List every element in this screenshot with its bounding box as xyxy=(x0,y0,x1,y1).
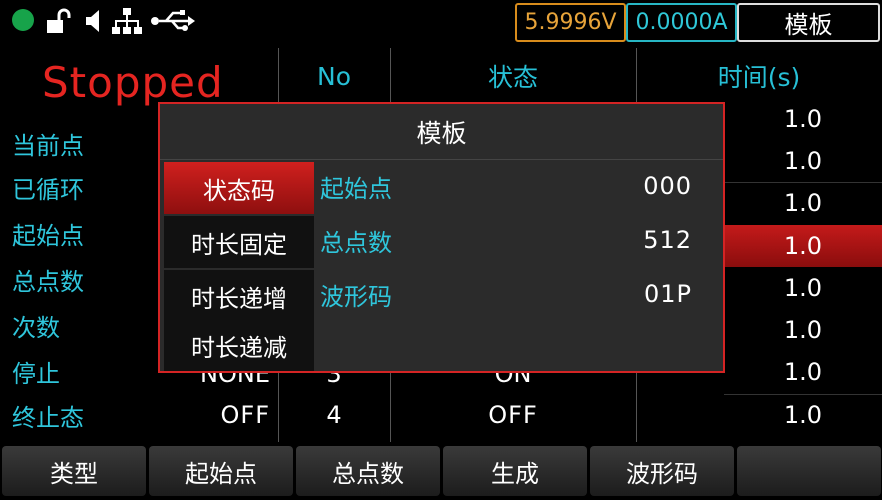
label-total-points: 总点数 xyxy=(12,267,84,296)
voltage-readout: 5.9996V xyxy=(515,3,626,42)
label-looped: 已循环 xyxy=(12,175,84,204)
time-cell: 1.0 xyxy=(783,316,823,344)
network-icon xyxy=(110,6,144,43)
field-label-start-point: 起始点 xyxy=(320,174,392,203)
time-cell: 1.0 xyxy=(783,401,823,429)
column-header-state: 状态 xyxy=(487,63,538,92)
template-mode-button[interactable]: 模板 xyxy=(737,3,880,42)
run-state-text: Stopped xyxy=(42,58,224,107)
run-indicator-led xyxy=(12,9,34,31)
row-divider xyxy=(724,394,882,395)
label-start-point: 起始点 xyxy=(12,221,84,250)
label-end-state: 终止态 xyxy=(12,403,84,432)
unlock-icon xyxy=(44,6,74,43)
field-label-waveform-code: 波形码 xyxy=(320,282,392,311)
row-divider xyxy=(724,182,882,183)
softkey-total-points[interactable]: 总点数 xyxy=(296,446,440,496)
field-value-start-point[interactable]: 000 xyxy=(580,160,692,212)
label-current-point: 当前点 xyxy=(12,131,84,160)
time-cell: 1.0 xyxy=(783,189,823,217)
tab-fixed-duration[interactable]: 时长固定 xyxy=(164,216,314,268)
current-readout: 0.0000A xyxy=(626,3,737,42)
row-state: OFF xyxy=(488,401,538,429)
column-header-no: No xyxy=(317,61,351,91)
time-cell-selected[interactable]: 1.0 xyxy=(724,225,882,267)
row-no: 4 xyxy=(326,401,342,429)
label-count: 次数 xyxy=(12,313,60,342)
field-label-total-points: 总点数 xyxy=(320,228,392,257)
speaker-icon xyxy=(84,6,106,43)
time-cell: 1.0 xyxy=(783,358,823,386)
tab-decreasing-duration[interactable]: 时长递减 xyxy=(164,320,314,371)
softkey-start-point[interactable]: 起始点 xyxy=(149,446,293,496)
softkey-waveform-code[interactable]: 波形码 xyxy=(590,446,734,496)
tab-increasing-duration[interactable]: 时长递增 xyxy=(164,270,314,322)
end-state-value: OFF xyxy=(220,401,270,429)
softkey-empty[interactable] xyxy=(737,446,881,496)
time-cell: 1.0 xyxy=(783,274,823,302)
field-value-total-points[interactable]: 512 xyxy=(580,214,692,266)
tab-status-code[interactable]: 状态码 xyxy=(164,162,314,214)
column-header-time: 时间(s) xyxy=(717,63,801,92)
softkey-generate[interactable]: 生成 xyxy=(443,446,587,496)
softkey-type[interactable]: 类型 xyxy=(2,446,146,496)
time-cell: 1.0 xyxy=(783,105,823,133)
field-value-waveform-code[interactable]: 01P xyxy=(580,268,692,320)
usb-icon xyxy=(150,6,196,43)
template-dialog: 模板 状态码 时长固定 时长递增 时长递减 起始点 000 总点数 512 波形… xyxy=(158,102,725,373)
time-cell: 1.0 xyxy=(783,147,823,175)
dialog-title: 模板 xyxy=(160,104,723,160)
label-stop: 停止 xyxy=(12,359,60,388)
